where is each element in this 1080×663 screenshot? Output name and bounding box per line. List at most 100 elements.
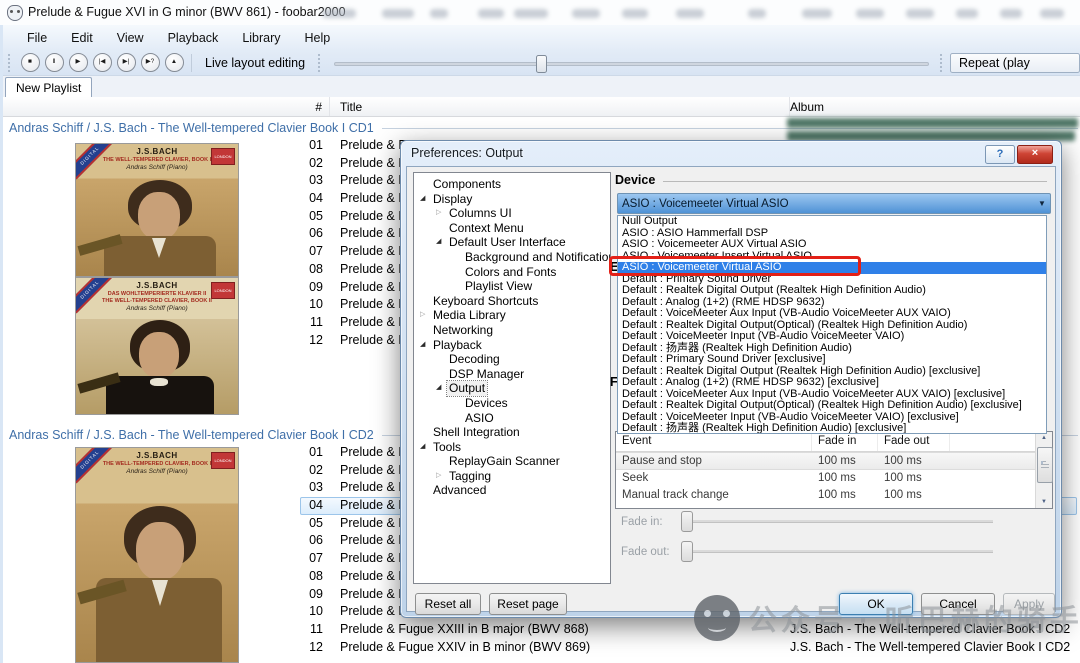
seek-track[interactable] <box>334 61 929 66</box>
pause-button[interactable]: Ⅱ <box>44 53 64 72</box>
play-button[interactable]: ▶ <box>68 53 88 72</box>
column-fade-out[interactable]: Fade out <box>878 432 950 451</box>
toolbar-grip[interactable] <box>940 53 945 72</box>
tree-item[interactable]: ◢ Tools <box>414 440 610 455</box>
toolbar-grip[interactable] <box>318 53 323 72</box>
playback-order-button[interactable]: Repeat (play <box>950 52 1080 73</box>
tree-expander-icon[interactable]: ◢ <box>436 381 447 396</box>
tree-expander-icon[interactable]: ▷ <box>420 308 431 323</box>
device-option[interactable]: Default : VoiceMeeter Input (VB-Audio Vo… <box>618 330 1046 343</box>
slider-thumb[interactable] <box>681 541 693 562</box>
tree-item[interactable]: Background and Notifications <box>414 250 610 265</box>
reset-all-button[interactable]: Reset all <box>415 593 481 615</box>
playlist-tab-bar: New Playlist <box>3 76 1080 98</box>
column-fade-in[interactable]: Fade in <box>812 432 878 451</box>
window-titlebar[interactable]: Prelude & Fugue XVI in G minor (BWV 861)… <box>0 0 1080 25</box>
tree-expander-icon[interactable]: ◢ <box>420 440 431 455</box>
tree-item[interactable]: ◢ Default User Interface <box>414 235 610 250</box>
preferences-tree[interactable]: Components ◢ Display ▷ Columns UI Contex… <box>413 172 611 584</box>
device-option[interactable]: Default : Analog (1+2) (RME HDSP 9632) [… <box>618 376 1046 389</box>
device-option[interactable]: Default : Realtek Digital Output (Realte… <box>618 284 1046 297</box>
tree-expander-icon[interactable]: ◢ <box>420 338 431 353</box>
tree-expander-icon[interactable]: ◢ <box>420 192 431 207</box>
tree-item[interactable]: Colors and Fonts <box>414 265 610 280</box>
menu-item[interactable]: Edit <box>59 28 105 48</box>
cover-performer: Andras Schiff (Piano) <box>126 164 188 171</box>
cover-title: THE WELL-TEMPERED CLAVIER, BOOK I <box>102 461 212 467</box>
tree-item[interactable]: Keyboard Shortcuts <box>414 294 610 309</box>
tree-item[interactable]: Devices <box>414 396 610 411</box>
device-option[interactable]: Default : 扬声器 (Realtek High Definition A… <box>618 422 1046 433</box>
tree-item[interactable]: Decoding <box>414 352 610 367</box>
tree-item-label: Default User Interface <box>449 235 566 250</box>
tree-item[interactable]: Advanced <box>414 483 610 498</box>
next-button[interactable]: ▶| <box>116 53 136 72</box>
fading-table-scrollbar[interactable]: ▲ ▼ <box>1035 432 1053 508</box>
menu-item[interactable]: Playback <box>156 28 231 48</box>
device-option[interactable]: Default : Primary Sound Driver [exclusiv… <box>618 353 1046 366</box>
device-combobox[interactable]: ASIO : Voicemeeter Virtual ASIO ▼ <box>617 193 1051 214</box>
random-button[interactable]: ▶? <box>140 53 160 72</box>
tree-item[interactable]: ◢ Display <box>414 192 610 207</box>
toolbar-grip[interactable] <box>8 53 13 72</box>
tree-item[interactable]: ▷ Columns UI <box>414 206 610 221</box>
tree-item[interactable]: ▷ Media Library <box>414 308 610 323</box>
tree-item[interactable]: Networking <box>414 323 610 338</box>
device-option[interactable]: Default : VoiceMeeter Aux Input (VB-Audi… <box>618 307 1046 320</box>
tree-expander-icon[interactable]: ◢ <box>436 235 447 250</box>
reset-page-button[interactable]: Reset page <box>489 593 567 615</box>
device-option[interactable]: ASIO : Voicemeeter AUX Virtual ASIO <box>618 238 1046 251</box>
tree-item[interactable]: DSP Manager <box>414 367 610 382</box>
tree-item[interactable]: ASIO <box>414 411 610 426</box>
tree-expander-icon[interactable]: ▷ <box>436 206 447 221</box>
menu-item[interactable]: File <box>15 28 59 48</box>
column-header-number[interactable]: # <box>3 97 330 116</box>
eject-button[interactable]: ▲ <box>164 53 184 72</box>
tree-item[interactable]: ◢ Output <box>414 380 610 397</box>
portrait-face <box>139 332 179 378</box>
device-dropdown-list[interactable]: Null Output ASIO : ASIO Hammerfall DSP A… <box>617 215 1047 434</box>
fade-out-slider[interactable] <box>681 541 993 562</box>
tree-item[interactable]: Playlist View <box>414 279 610 294</box>
scroll-down-icon[interactable]: ▼ <box>1036 499 1052 505</box>
redacted-titlebar-item <box>322 9 356 18</box>
tree-item[interactable]: ◢ Playback <box>414 338 610 353</box>
tree-item[interactable]: Context Menu <box>414 221 610 236</box>
previous-button[interactable]: |◀ <box>92 53 112 72</box>
fading-row[interactable]: Manual track change 100 ms 100 ms <box>616 487 1052 505</box>
help-button[interactable]: ? <box>985 145 1015 164</box>
help-icon: ? <box>996 148 1004 160</box>
fading-row[interactable]: Seek 100 ms 100 ms <box>616 470 1052 488</box>
scrollbar-thumb[interactable] <box>1037 447 1053 483</box>
fading-event: Pause and stop <box>622 455 702 467</box>
fade-in-slider[interactable] <box>681 511 993 532</box>
column-header-album[interactable]: Album <box>790 100 1080 114</box>
close-button[interactable]: × <box>1017 145 1053 164</box>
stop-button[interactable]: ■ <box>20 53 40 72</box>
seek-thumb[interactable] <box>536 54 548 73</box>
seek-bar[interactable] <box>334 54 929 73</box>
redacted-titlebar-item <box>514 9 548 18</box>
slider-thumb[interactable] <box>681 511 693 532</box>
scroll-up-icon[interactable]: ▲ <box>1036 435 1052 441</box>
redacted-titlebar-item <box>1040 9 1064 18</box>
column-event[interactable]: Event <box>616 432 812 451</box>
tree-expander-icon[interactable]: ▷ <box>436 469 447 484</box>
tree-item[interactable]: Components <box>414 177 610 192</box>
tree-item[interactable]: Shell Integration <box>414 425 610 440</box>
device-option[interactable]: Default : Realtek Digital Output(Optical… <box>618 399 1046 412</box>
menu-item[interactable]: Help <box>293 28 343 48</box>
tree-item[interactable]: ▷ Tagging <box>414 469 610 484</box>
menu-item[interactable]: Library <box>230 28 292 48</box>
tree-item[interactable]: ReplayGain Scanner <box>414 454 610 469</box>
fading-table[interactable]: Event Fade in Fade out Pause and stop 10… <box>615 431 1053 509</box>
column-header-title[interactable]: Title <box>330 97 790 116</box>
menu-item[interactable]: View <box>105 28 156 48</box>
fading-row[interactable]: Pause and stop 100 ms 100 ms <box>616 452 1052 470</box>
tree-item-label: Tools <box>433 439 462 454</box>
menu-bar: File Edit View Playback Library Help <box>3 25 1080 50</box>
chevron-down-icon[interactable]: ▼ <box>1034 199 1050 208</box>
slider-track <box>681 550 993 553</box>
tab-new-playlist[interactable]: New Playlist <box>5 77 93 97</box>
device-option[interactable]: Null Output <box>618 216 1046 228</box>
